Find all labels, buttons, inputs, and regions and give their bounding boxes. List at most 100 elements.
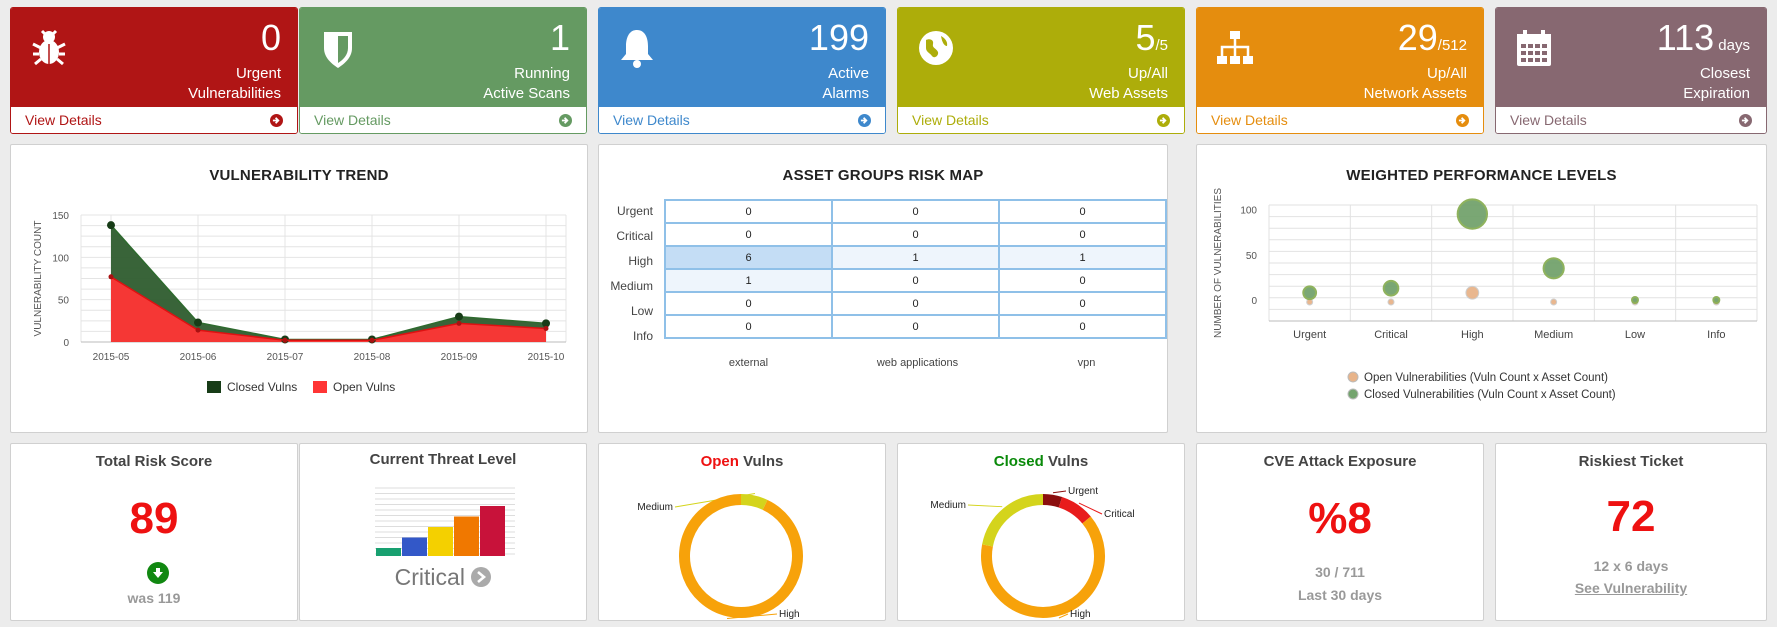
threat-bar <box>376 548 401 556</box>
view-details-link[interactable]: View Details <box>11 107 297 133</box>
view-details-link[interactable]: View Details <box>1496 107 1766 133</box>
data-point <box>107 221 115 230</box>
y-axis-label: VULNERABILITY COUNT <box>33 221 44 337</box>
threat-bar <box>402 537 427 556</box>
stat-label-line1: Up/All <box>1127 65 1168 82</box>
risk-cell[interactable]: 0 <box>831 222 1000 247</box>
x-tick-label: 2015-10 <box>528 352 565 363</box>
slice-label: High <box>779 609 800 620</box>
y-tick-label: 150 <box>52 211 69 222</box>
view-details-link[interactable]: View Details <box>898 107 1184 133</box>
risk-cell[interactable]: 0 <box>664 199 833 224</box>
current-threat-level-card: Current Threat Level Critical <box>299 443 587 621</box>
y-tick-label: 100 <box>52 253 69 264</box>
stat-number: 29 <box>1397 17 1438 58</box>
bubble-closed <box>1631 296 1639 304</box>
risk-row-labels: Urgent Critical High Medium Low Info <box>599 199 653 359</box>
risk-row: 100 <box>664 268 1167 293</box>
risk-cell[interactable]: 0 <box>831 199 1000 224</box>
closed-vulns-card: Closed Vulns Urgent Critical High Medium <box>897 443 1185 621</box>
view-details-link[interactable]: View Details <box>1197 107 1483 133</box>
risk-cell[interactable]: 0 <box>664 222 833 247</box>
stat-card-header: 29/512 Up/All Network Assets <box>1197 8 1483 107</box>
y-axis-label: NUMBER OF VULNERABILITIES <box>1213 188 1224 338</box>
risk-row: 000 <box>664 291 1167 316</box>
legend-swatch <box>207 381 221 393</box>
slice-label: Urgent <box>1068 486 1098 497</box>
legend-label: Closed Vulns <box>227 380 297 394</box>
asset-groups-risk-map-panel: ASSET GROUPS RISK MAP Urgent Critical High… <box>598 144 1168 433</box>
view-details-label: View Details <box>1211 112 1288 128</box>
risk-cell[interactable]: 0 <box>998 222 1167 247</box>
risk-cell[interactable]: 0 <box>831 314 1000 339</box>
down-arrow-icon <box>147 562 169 584</box>
risk-cell[interactable]: 0 <box>998 314 1167 339</box>
risk-cell[interactable]: 0 <box>998 199 1167 224</box>
x-tick-label: High <box>1461 329 1484 341</box>
risk-cell[interactable]: 1 <box>664 268 833 293</box>
risk-cell[interactable]: 0 <box>831 268 1000 293</box>
see-vulnerability-link[interactable]: See Vulnerability <box>1496 580 1766 596</box>
risk-cell[interactable]: 1 <box>998 245 1167 270</box>
arrow-right-circle-icon <box>471 567 492 587</box>
slice-label: Medium <box>930 500 966 511</box>
risk-cell[interactable]: 0 <box>664 291 833 316</box>
risk-cell[interactable]: 0 <box>998 291 1167 316</box>
arrow-right-circle-icon <box>1157 113 1170 127</box>
data-point <box>456 320 462 326</box>
stat-value: 1 <box>550 20 570 56</box>
open-vulns-title-rest: Vulns <box>738 453 784 470</box>
stat-suffix: /5 <box>1155 37 1168 54</box>
view-details-link[interactable]: View Details <box>599 107 885 133</box>
legend-label: Closed Vulnerabilities (Vuln Count x Ass… <box>1364 389 1616 401</box>
y-tick-label: 0 <box>1251 296 1257 307</box>
stat-label-line2: Alarms <box>822 85 869 102</box>
stat-value: 199 <box>809 20 869 56</box>
stat-card-header: 0 Urgent Vulnerabilities <box>11 8 297 107</box>
risk-cell[interactable]: 6 <box>664 245 833 270</box>
threat-bar <box>454 516 479 556</box>
risk-row: 000 <box>664 199 1167 224</box>
stat-label: Urgent Vulnerabilities <box>188 64 281 104</box>
arrow-right-circle-icon <box>270 113 283 127</box>
risk-cell[interactable]: 0 <box>664 314 833 339</box>
open-vulns-title-colored: Open <box>700 453 739 470</box>
bubble-closed <box>1542 257 1565 280</box>
stat-number: 5 <box>1135 17 1156 58</box>
x-tick-label: 2015-05 <box>93 352 130 363</box>
x-tick-label: 2015-08 <box>354 352 391 363</box>
closed-vulns-donut-chart: Urgent Critical High Medium <box>930 486 1134 620</box>
bubble-closed <box>1456 198 1489 230</box>
bubble-closed <box>1382 279 1400 297</box>
sitemap-icon <box>1213 26 1257 70</box>
closed-vulns-title: Closed Vulns <box>898 453 1184 470</box>
y-tick-label: 0 <box>63 338 69 349</box>
data-point <box>108 274 114 280</box>
risk-cell[interactable]: 0 <box>998 268 1167 293</box>
risk-row-label: Critical <box>616 229 653 243</box>
stat-card-3: 199 Active Alarms View Details <box>598 7 886 134</box>
x-tick-label: Critical <box>1374 329 1408 341</box>
legend-swatch <box>1347 371 1359 383</box>
risk-cell[interactable]: 0 <box>831 291 1000 316</box>
arrow-right-circle-icon <box>1739 113 1752 127</box>
risk-row: 000 <box>664 222 1167 247</box>
stat-label: Closest Expiration <box>1683 64 1750 104</box>
ticket-value: 72 <box>1606 492 1656 541</box>
risk-cell[interactable]: 1 <box>831 245 1000 270</box>
slice-label: Medium <box>637 502 673 513</box>
x-tick-label: Info <box>1707 329 1725 341</box>
risk-row-label: Urgent <box>616 204 653 218</box>
x-tick-label: Low <box>1625 329 1645 341</box>
view-details-label: View Details <box>613 112 690 128</box>
cve-period: Last 30 days <box>1297 587 1383 603</box>
data-point <box>195 327 201 333</box>
cve-value: %8 <box>1308 494 1372 543</box>
view-details-link[interactable]: View Details <box>300 107 586 133</box>
stat-label-line1: Closest <box>1699 65 1750 82</box>
ticket-dims: 12 x 6 days <box>1593 558 1669 574</box>
stat-label-line1: Active <box>828 65 869 82</box>
threat-level-link[interactable]: Critical <box>300 564 586 591</box>
bubble-closed <box>1302 285 1318 301</box>
stat-label-line1: Urgent <box>235 65 281 82</box>
